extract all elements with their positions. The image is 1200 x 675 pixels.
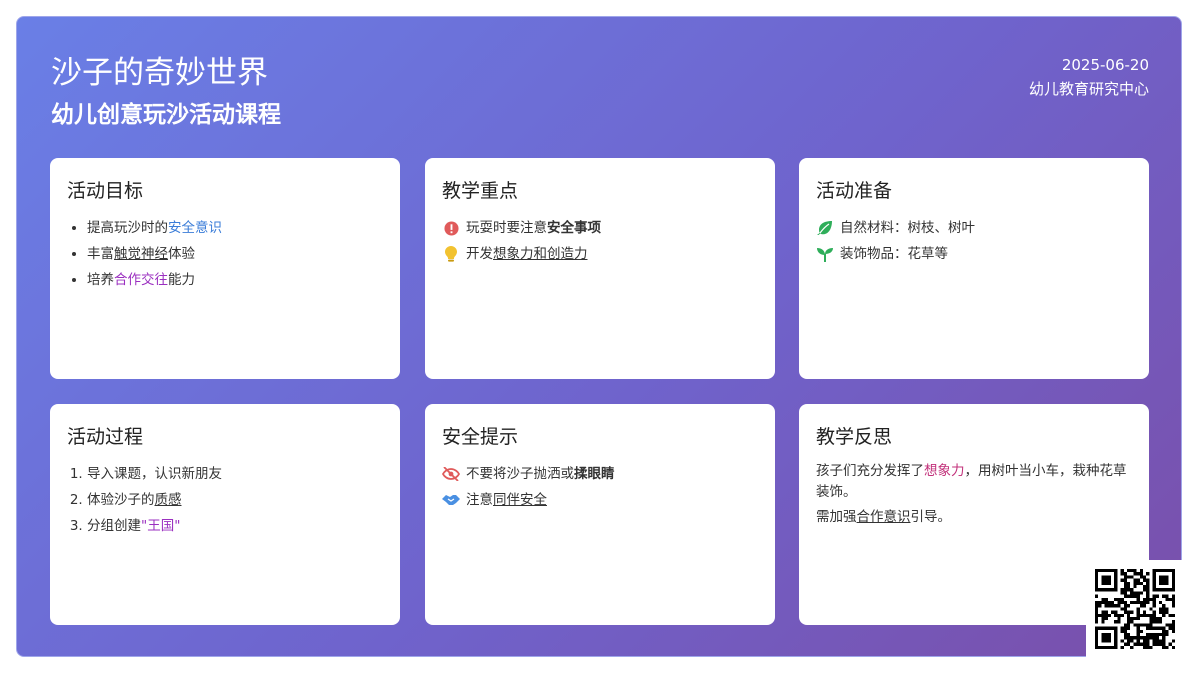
list-item: 丰富触觉神经体验 (87, 241, 383, 267)
focus-list: 玩耍时要注意 安全事项 开发 想象力和创造力 (442, 215, 758, 267)
item-highlight: 想象力和创造力 (493, 246, 588, 262)
item-highlight: 安全事项 (547, 220, 601, 236)
item-highlight: 合作交往 (114, 272, 168, 288)
header-org: 幼儿教育研究中心 (1028, 80, 1149, 98)
handshake-icon (442, 491, 460, 509)
item-highlight: 质感 (154, 492, 182, 508)
item-highlight: 安全意识 (168, 220, 222, 236)
alert-icon (442, 219, 460, 237)
item-text: 体验 (168, 246, 195, 262)
eye-slash-icon (442, 465, 460, 483)
list-item: 导入课题，认识新朋友 (87, 461, 383, 487)
item-text: 装饰物品：花草等 (840, 246, 948, 262)
lightbulb-icon (442, 245, 460, 263)
card-title: 教学反思 (816, 426, 893, 448)
item-text: 不要将沙子抛洒或 (466, 466, 574, 482)
item-text: 玩耍时要注意 (466, 220, 547, 236)
item-highlight: 合作意识 (856, 509, 911, 525)
card-focus: 教学重点 玩耍时要注意 安全事项 开发 想象力和创造力 (425, 158, 775, 379)
card-prep: 活动准备 自然材料：树枝、树叶 装饰物品：花草等 (799, 158, 1149, 379)
list-item: 注意 同伴安全 (442, 487, 758, 513)
list-item: 装饰物品：花草等 (816, 241, 1132, 267)
item-text: 培养 (87, 272, 114, 288)
list-item: 培养合作交往能力 (87, 267, 383, 293)
goals-list: 提高玩沙时的安全意识 丰富触觉神经体验 培养合作交往能力 (67, 215, 383, 293)
header-date: 2025-06-20 (1061, 56, 1149, 74)
item-highlight: 想象力 (924, 463, 965, 479)
page-title: 沙子的奇妙世界 (51, 55, 268, 91)
reflection-paragraph: 需加强合作意识引导。 (816, 507, 1132, 528)
card-goals: 活动目标 提高玩沙时的安全意识 丰富触觉神经体验 培养合作交往能力 (50, 158, 400, 379)
safety-list: 不要将沙子抛洒或 揉眼睛 注意 同伴安全 (442, 461, 758, 513)
card-title: 活动目标 (67, 180, 144, 202)
process-list: 导入课题，认识新朋友 体验沙子的质感 分组创建"王国" (67, 461, 383, 539)
list-item: 体验沙子的质感 (87, 487, 383, 513)
item-highlight: 触觉神经 (114, 246, 168, 262)
item-text: 开发 (466, 246, 493, 262)
item-text: 丰富 (87, 246, 114, 262)
item-highlight: 揉眼睛 (574, 466, 615, 482)
list-item: 开发 想象力和创造力 (442, 241, 758, 267)
item-highlight: "王国" (141, 518, 181, 534)
qr-code-icon (1086, 560, 1184, 658)
card-title: 活动准备 (816, 180, 893, 202)
list-item: 不要将沙子抛洒或 揉眼睛 (442, 461, 758, 487)
list-item: 自然材料：树枝、树叶 (816, 215, 1132, 241)
item-text: 能力 (168, 272, 195, 288)
list-item: 提高玩沙时的安全意识 (87, 215, 383, 241)
item-highlight: 同伴安全 (493, 492, 547, 508)
card-process: 活动过程 导入课题，认识新朋友 体验沙子的质感 分组创建"王国" (50, 404, 400, 625)
item-text: 提高玩沙时的 (87, 220, 168, 236)
item-text: 导入课题，认识新朋友 (87, 466, 222, 482)
card-title: 安全提示 (442, 426, 519, 448)
item-text: 体验沙子的 (87, 492, 155, 508)
header-meta: 2025-06-20 幼儿教育研究中心 (1029, 53, 1149, 101)
list-item: 分组创建"王国" (87, 513, 383, 539)
item-text: 需加强 (816, 509, 857, 525)
seedling-icon (816, 245, 834, 263)
item-text: 自然材料：树枝、树叶 (840, 220, 975, 236)
card-title: 活动过程 (67, 426, 144, 448)
card-safety: 安全提示 不要将沙子抛洒或 揉眼睛 注意 同伴安全 (425, 404, 775, 625)
reflection-paragraph: 孩子们充分发挥了想象力，用树叶当小车，栽种花草装饰。 (816, 461, 1132, 503)
list-item: 玩耍时要注意 安全事项 (442, 215, 758, 241)
item-text: 注意 (466, 492, 493, 508)
item-text: 引导。 (910, 509, 952, 525)
leaf-icon (816, 219, 834, 237)
item-text: 分组创建 (87, 518, 141, 534)
item-text: 孩子们充分发挥了 (816, 463, 924, 479)
card-title: 教学重点 (442, 180, 519, 202)
page-subtitle: 幼儿创意玩沙活动课程 (51, 102, 281, 128)
prep-list: 自然材料：树枝、树叶 装饰物品：花草等 (816, 215, 1132, 267)
